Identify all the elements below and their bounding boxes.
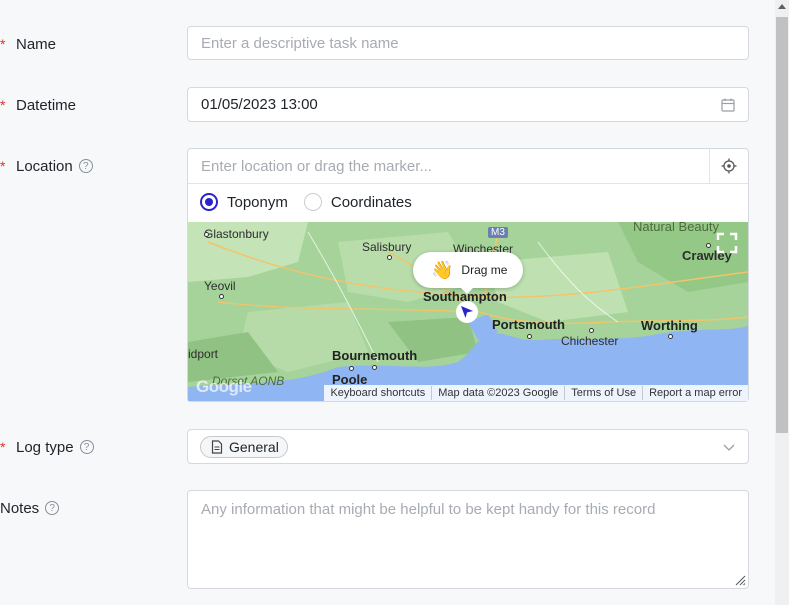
radio-coordinates-label: Coordinates [330, 193, 412, 211]
radio-toponym-indicator[interactable] [200, 193, 218, 211]
notes-textarea[interactable]: Any information that might be helpful to… [187, 490, 749, 589]
scroll-thumb[interactable] [776, 17, 788, 433]
radio-coordinates[interactable]: Coordinates [303, 193, 412, 211]
datetime-label: * Datetime [0, 95, 76, 115]
task-form: * Name Enter a descriptive task name * D… [0, 0, 775, 605]
report-map-error-link[interactable]: Report a map error [643, 386, 748, 400]
datetime-input[interactable]: 01/05/2023 13:00 [187, 87, 749, 122]
required-marker: * [0, 158, 6, 174]
help-icon[interactable]: ? [78, 159, 93, 173]
location-placeholder: Enter location or drag the marker... [201, 157, 432, 175]
map-footer: Keyboard shortcuts Map data ©2023 Google… [324, 385, 748, 401]
town-dot [527, 334, 532, 339]
map-label-worthing: Worthing [641, 318, 698, 333]
required-marker: * [0, 439, 6, 455]
town-dot [219, 294, 224, 299]
required-marker: * [0, 97, 6, 113]
name-label: * Name [0, 34, 56, 54]
location-label: * Location ? [0, 156, 93, 176]
marker-tooltip: 👋 Drag me [413, 252, 523, 294]
log-type-select[interactable]: General [187, 429, 749, 464]
map-label-glastonbury: Glastonbury [204, 227, 269, 241]
name-placeholder: Enter a descriptive task name [201, 34, 399, 52]
location-label-text: Location [16, 157, 73, 175]
chevron-down-icon [723, 444, 735, 451]
town-dot [387, 255, 392, 260]
town-dot [668, 334, 673, 339]
fullscreen-button[interactable] [714, 230, 740, 256]
notes-label-text: Notes [0, 499, 40, 517]
map-label-chichester: Chichester [561, 334, 619, 348]
town-dot [706, 243, 711, 248]
waving-hand-icon: 👋 [431, 260, 454, 280]
datetime-value: 01/05/2023 13:00 [201, 96, 318, 113]
map-label-bridport: idport [188, 347, 219, 361]
map-label-portsmouth: Portsmouth [492, 317, 565, 332]
keyboard-shortcuts-link[interactable]: Keyboard shortcuts [324, 386, 433, 400]
location-field: Enter location or drag the marker... Top… [187, 148, 749, 402]
log-type-label: * Log type ? [0, 437, 94, 457]
scrollbar[interactable] [775, 0, 789, 605]
map-label-natural-beauty: Natural Beauty [633, 222, 719, 234]
calendar-icon[interactable] [720, 97, 736, 113]
map-label-salisbury: Salisbury [362, 240, 412, 254]
map-road-m3: M3 [488, 227, 508, 238]
notes-placeholder: Any information that might be helpful to… [201, 501, 656, 518]
notes-label: Notes ? [0, 498, 60, 518]
radio-toponym[interactable]: Toponym [200, 193, 288, 211]
help-icon[interactable]: ? [79, 440, 94, 454]
town-dot [372, 365, 377, 370]
map[interactable]: Glastonbury Salisbury Winchester M3 Natu… [188, 222, 748, 401]
location-search-input[interactable]: Enter location or drag the marker... [188, 149, 748, 184]
marker-tooltip-text: Drag me [461, 263, 508, 277]
location-marker-icon[interactable] [455, 300, 479, 324]
name-input[interactable]: Enter a descriptive task name [187, 26, 749, 60]
datetime-label-text: Datetime [16, 96, 77, 114]
town-dot [589, 328, 594, 333]
town-dot [349, 366, 354, 371]
required-marker: * [0, 36, 6, 52]
location-mode-group: Toponym Coordinates [200, 193, 412, 211]
map-data-attribution: Map data ©2023 Google [432, 386, 566, 400]
crosshair-icon [721, 158, 737, 174]
log-type-chip: General [200, 436, 288, 458]
map-label-yeovil: Yeovil [204, 279, 236, 293]
map-label-bournemouth: Bournemouth [332, 348, 418, 363]
name-label-text: Name [16, 35, 57, 53]
radio-coordinates-indicator[interactable] [303, 193, 322, 211]
locate-me-button[interactable] [709, 149, 748, 183]
help-icon[interactable]: ? [45, 501, 60, 515]
resize-handle-icon[interactable] [734, 574, 746, 586]
log-type-label-text: Log type [16, 438, 74, 456]
log-type-chip-label: General [229, 439, 279, 455]
town-dot [204, 232, 209, 237]
fullscreen-icon [716, 232, 738, 254]
terms-of-use-link[interactable]: Terms of Use [565, 386, 644, 400]
document-icon [211, 440, 223, 454]
radio-toponym-label: Toponym [227, 193, 288, 211]
google-logo: Google [196, 377, 252, 396]
scroll-up-arrow-icon[interactable] [778, 4, 786, 9]
